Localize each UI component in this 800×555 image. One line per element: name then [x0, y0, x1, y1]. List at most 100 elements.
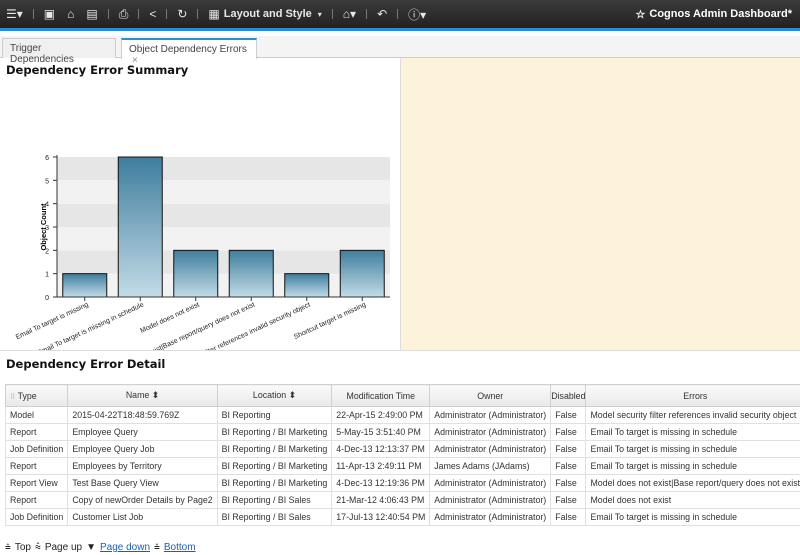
table-cell: Model security filter references invalid…	[585, 406, 800, 424]
table-cell: BI Reporting / BI Marketing	[216, 423, 333, 441]
table-cell: Email To target is missing in schedule	[585, 508, 800, 526]
empty-panel	[401, 58, 800, 350]
header-row: ⠿ Type Name ⬍ Location ⬍ Modification Ti…	[4, 384, 800, 407]
table-cell: Model does not exist|Base report/query d…	[585, 474, 800, 492]
x-tick-label: Email To target is missing in schedule	[36, 301, 145, 350]
table-cell: Administrator (Administrator)	[429, 423, 552, 441]
open-button[interactable]: ⌂	[61, 0, 80, 28]
table-row[interactable]: Report Copy of newOrder Details by Page2 B…	[4, 491, 800, 509]
table-cell: False	[550, 474, 587, 492]
layout-label: Layout and Style	[223, 8, 312, 20]
table-cell: Employee Query	[67, 423, 218, 441]
table-cell: Job Definition	[4, 508, 69, 526]
table-cell: 4-Dec-13 12:13:37 PM	[331, 440, 431, 458]
share-button[interactable]: <	[143, 0, 162, 28]
bar	[284, 273, 330, 298]
bar	[228, 249, 274, 298]
divider	[166, 9, 168, 19]
table-row[interactable]: Report Employee Query BI Reporting / BI Ma…	[4, 423, 800, 441]
divider	[397, 9, 399, 19]
table-row[interactable]: Report View Test Base Query View BI Report…	[4, 474, 800, 492]
col-location[interactable]: Location ⬍	[216, 384, 333, 407]
tab-object-dependency-errors[interactable]: Object Dependency Errors ×	[121, 38, 257, 66]
col-label: Errors	[683, 390, 708, 401]
table-cell: BI Reporting / BI Sales	[216, 508, 333, 526]
table-cell: Administrator (Administrator)	[429, 440, 552, 458]
table-cell: False	[550, 423, 587, 441]
title-text: Cognos Admin Dashboard*	[649, 8, 792, 20]
table-cell: Model does not exist	[585, 491, 800, 509]
col-label: Type	[17, 390, 37, 401]
col-modification-time[interactable]: Modification Time	[331, 384, 431, 407]
table-cell: Report View	[4, 474, 69, 492]
detail-title: Dependency Error Detail	[6, 357, 166, 371]
dashboard-title[interactable]: ☆ Cognos Admin Dashboard*	[636, 8, 792, 21]
bar-chart: 0123456Object CountEmail To target is mi…	[15, 155, 390, 350]
col-label: Disabled	[551, 390, 586, 401]
top-link: Top	[14, 542, 31, 553]
new-icon: ▣	[43, 7, 56, 21]
folder-icon: ⌂	[67, 7, 75, 21]
table-row[interactable]: Report Employees by Territory BI Reporting…	[4, 457, 800, 475]
table-cell: False	[550, 440, 587, 458]
refresh-button[interactable]: ↻	[171, 0, 193, 28]
layout-style-button[interactable]: ▦ Layout and Style ▾	[202, 0, 327, 28]
y-axis-label: Object Count	[39, 203, 48, 251]
table-cell: Email To target is missing in schedule	[585, 423, 800, 441]
table-row[interactable]: Job Definition Employee Query Job BI Repor…	[4, 440, 800, 458]
page-up-link: Page up	[44, 542, 83, 553]
col-label: Location	[252, 390, 287, 400]
col-owner[interactable]: Owner	[429, 384, 552, 407]
back-button[interactable]: ↶	[371, 0, 393, 28]
table-cell: Administrator (Administrator)	[429, 474, 552, 492]
table-cell: False	[550, 508, 587, 526]
pagination: ⩮ Top ⩯ Page up ▼ Page down ⩮ Bottom	[5, 542, 196, 553]
table-cell: Model	[4, 406, 69, 424]
table-cell: Email To target is missing in schedule	[585, 440, 800, 458]
y-tick-label: 0	[45, 295, 49, 302]
detail-panel: Dependency Error Detail ⠿ Type Name ⬍ Lo…	[0, 350, 800, 555]
divider	[331, 9, 333, 19]
table-cell: Copy of newOrder Details by Page2	[67, 491, 218, 509]
save-button[interactable]: ▤	[80, 0, 103, 28]
toolbar: ☰▾ ▣ ⌂ ▤ ⎙ < ↻ ▦ Layout and Style ▾ ⌂▾ ↶ ⓘ…	[0, 0, 800, 31]
table-cell: Employees by Territory	[67, 457, 218, 475]
grid-band	[57, 203, 390, 227]
table-cell: BI Reporting / BI Marketing	[216, 474, 333, 492]
col-label: Modification Time	[346, 390, 415, 401]
menu-button[interactable]: ☰▾	[0, 0, 29, 28]
star-icon: ☆	[635, 8, 646, 21]
col-type[interactable]: ⠿ Type	[4, 384, 69, 407]
new-button[interactable]: ▣	[38, 0, 61, 28]
divider	[107, 9, 109, 19]
y-tick-label: 1	[45, 272, 49, 279]
bottom-icon: ⩮	[154, 542, 160, 553]
home-button[interactable]: ⌂▾	[337, 0, 362, 28]
table-cell: 5-May-15 3:51:40 PM	[331, 423, 431, 441]
table-row[interactable]: Job Definition Customer List Job BI Report…	[4, 508, 800, 526]
share-icon: <	[149, 7, 157, 21]
col-errors[interactable]: Errors	[585, 384, 800, 407]
col-name[interactable]: Name ⬍	[67, 384, 218, 407]
table-cell: Report	[4, 423, 69, 441]
bottom-link[interactable]: Bottom	[164, 542, 196, 553]
page-down-link[interactable]: Page down	[100, 542, 150, 553]
print-button[interactable]: ⎙	[113, 0, 135, 28]
top-icon: ⩮	[5, 542, 11, 553]
save-icon: ▤	[86, 7, 98, 21]
bar	[117, 156, 163, 298]
grid-band	[57, 157, 390, 181]
table-cell: Job Definition	[4, 440, 69, 458]
table-cell: False	[550, 491, 587, 509]
tab-trigger-dependencies[interactable]: Trigger Dependencies	[2, 38, 116, 65]
bar	[62, 273, 108, 298]
help-button[interactable]: ⓘ▾	[402, 0, 432, 28]
table-row[interactable]: Model 2015-04-22T18:48:59.769Z BI Reportin…	[4, 406, 800, 424]
table-cell: BI Reporting / BI Sales	[216, 491, 333, 509]
print-icon: ⎙	[118, 6, 129, 21]
home-icon: ⌂▾	[342, 7, 357, 21]
divider	[197, 9, 199, 19]
col-disabled[interactable]: Disabled	[550, 384, 587, 407]
table-cell: 21-Mar-12 4:06:43 PM	[331, 491, 431, 509]
summary-title: Dependency Error Summary	[6, 63, 189, 77]
